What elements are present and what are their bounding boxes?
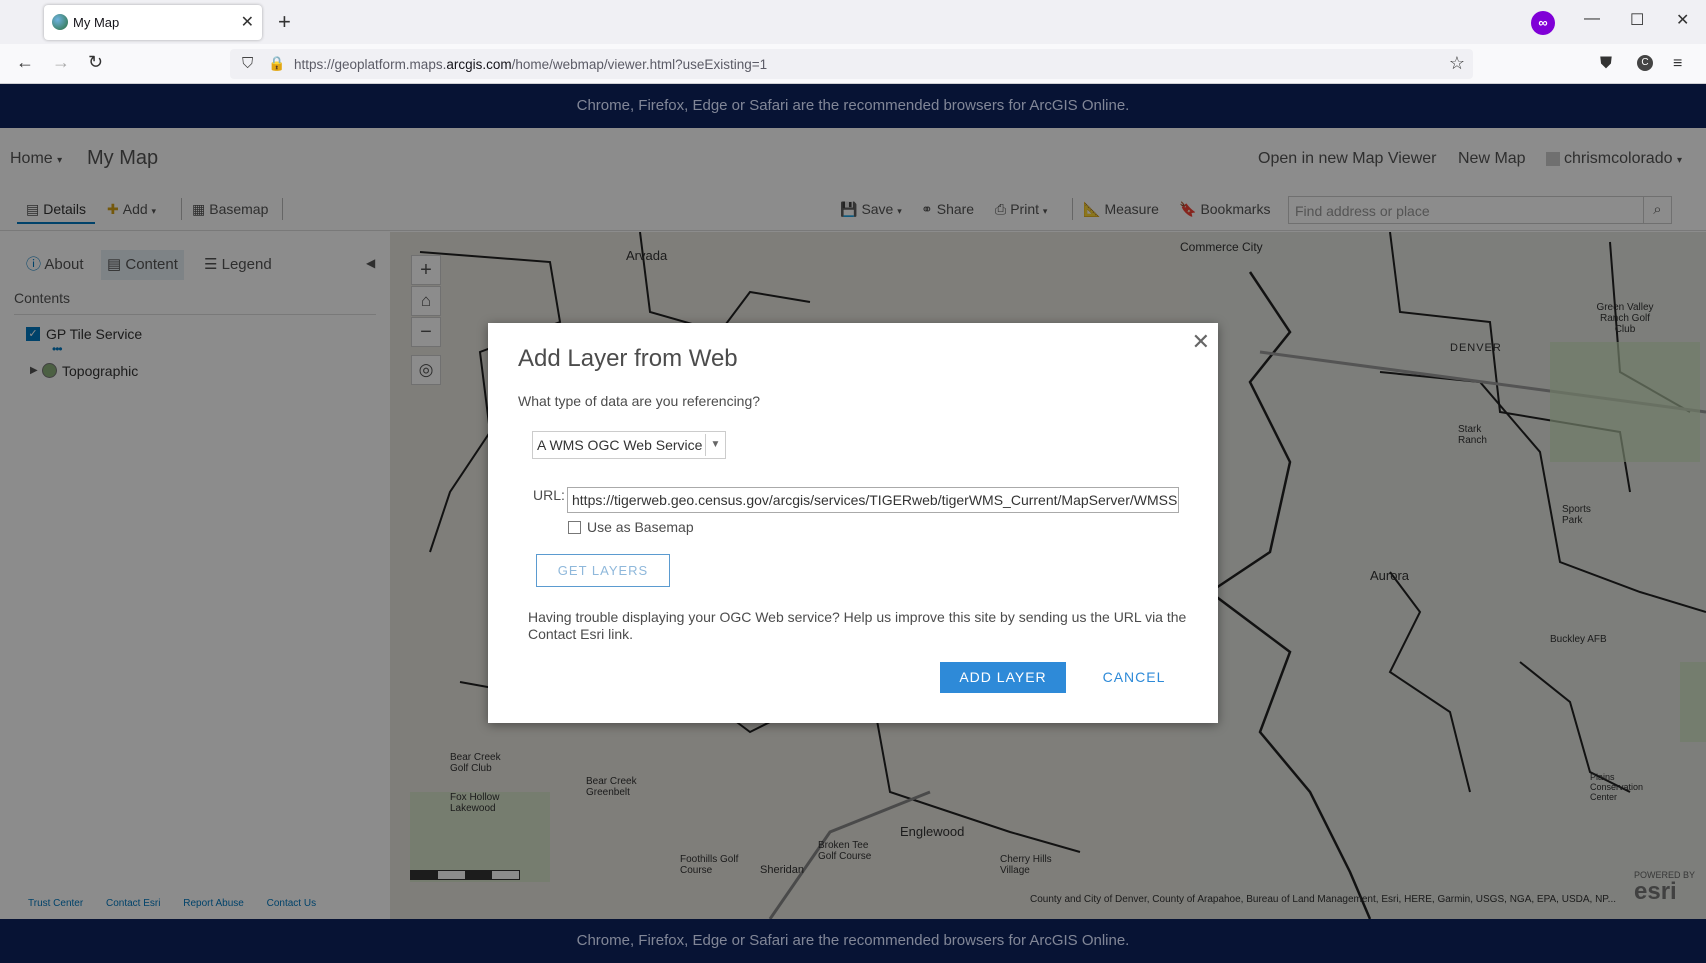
close-icon[interactable]: ✕	[1192, 329, 1210, 355]
help-text: Having trouble displaying your OGC Web s…	[528, 609, 1187, 642]
reload-icon[interactable]: ↻	[88, 52, 103, 73]
chevron-down-icon[interactable]: ▼	[705, 434, 725, 456]
maximize-icon[interactable]: ☐	[1630, 10, 1644, 30]
tab-title: My Map	[73, 15, 120, 30]
pocket-icon[interactable]: ⛊	[1600, 55, 1612, 73]
banner-dim	[0, 84, 1706, 128]
get-layers-button[interactable]: GET LAYERS	[536, 554, 670, 587]
add-layer-button[interactable]: ADD LAYER	[940, 662, 1066, 693]
close-tab-icon[interactable]: ✕	[241, 12, 254, 32]
lock-icon[interactable]: 🔒	[268, 55, 285, 72]
data-type-select[interactable]: A WMS OGC Web Service ▼	[532, 431, 726, 459]
back-icon[interactable]: ←	[16, 52, 34, 73]
cancel-button[interactable]: CANCEL	[1094, 662, 1174, 693]
use-as-basemap-label[interactable]: Use as Basemap	[587, 519, 694, 535]
browser-tab[interactable]: My Map ✕	[44, 5, 262, 40]
bookmark-star-icon[interactable]: ☆	[1449, 53, 1465, 74]
address-bar[interactable]: ⛉ 🔒 https://geoplatform.maps.arcgis.com/…	[230, 49, 1473, 79]
account-icon[interactable]: C	[1637, 55, 1653, 71]
url-field[interactable]: https://tigerweb.geo.census.gov/arcgis/s…	[567, 487, 1179, 513]
browser-tab-bar: My Map ✕ + ∞ — ☐ ✕	[0, 0, 1706, 44]
banner-dim	[0, 919, 1706, 963]
data-type-question: What type of data are you referencing?	[518, 393, 761, 409]
add-layer-dialog: Add Layer from Web ✕ What type of data a…	[488, 323, 1218, 723]
globe-icon	[52, 14, 68, 30]
new-tab-icon[interactable]: +	[278, 9, 291, 35]
dialog-title: Add Layer from Web	[518, 345, 738, 372]
private-browsing-icon: ∞	[1531, 11, 1555, 35]
url-text[interactable]: https://geoplatform.maps.arcgis.com/home…	[294, 57, 767, 72]
data-type-selected: A WMS OGC Web Service	[537, 437, 703, 453]
forward-icon[interactable]: →	[52, 52, 70, 73]
menu-icon[interactable]: ≡	[1673, 55, 1682, 73]
minimize-icon[interactable]: —	[1584, 10, 1600, 28]
url-label: URL:	[533, 487, 565, 503]
close-window-icon[interactable]: ✕	[1676, 10, 1689, 30]
use-as-basemap-checkbox[interactable]	[568, 521, 581, 534]
shield-icon[interactable]: ⛉	[242, 55, 253, 72]
browser-nav-bar: ← → ↻ ⛉ 🔒 https://geoplatform.maps.arcgi…	[0, 44, 1706, 84]
